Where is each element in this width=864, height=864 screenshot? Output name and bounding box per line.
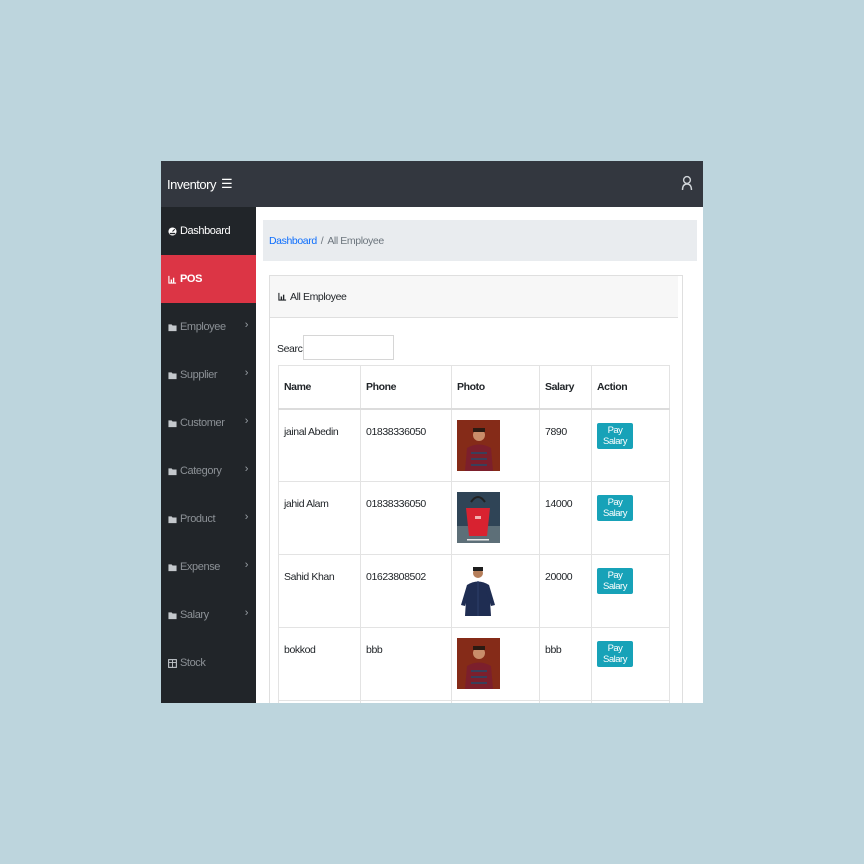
folder-icon — [168, 611, 177, 619]
folder-icon — [168, 563, 177, 571]
chevron-right-icon: › — [244, 463, 249, 475]
employee-phone: bbb — [360, 627, 452, 701]
table-row: jahid Alam 01838336050 14000 Pay Salary — [278, 481, 670, 555]
employee-table: Name Phone Photo Salary Action jainal Ab… — [278, 365, 670, 703]
employee-action-cell: Pay Salary — [591, 554, 670, 628]
employee-photo-cell — [451, 554, 540, 628]
column-header-phone[interactable]: Phone — [360, 365, 452, 410]
top-navbar: Inventory ☰ — [161, 161, 703, 207]
column-header-action[interactable]: Action — [591, 365, 670, 410]
search-input[interactable] — [303, 335, 394, 360]
pay-salary-button[interactable]: Pay Salary — [597, 641, 633, 667]
breadcrumb-link-dashboard[interactable]: Dashboard — [269, 235, 317, 247]
table-row: jainal Abedin 01838336050 7890 Pay Salar… — [278, 408, 670, 482]
employee-photo — [457, 419, 500, 471]
sidebar-item-label: Product — [180, 513, 216, 525]
employee-phone: 01838336050 — [360, 408, 452, 482]
sidebar-item-category[interactable]: Category › — [161, 447, 256, 495]
sidebar-item-pos[interactable]: POS — [161, 255, 256, 303]
brand-name[interactable]: Inventory — [167, 177, 216, 192]
employee-action-cell: Pay Salary — [591, 481, 670, 555]
table-cell — [360, 700, 452, 703]
column-header-name[interactable]: Name — [278, 365, 361, 410]
employee-phone: 01838336050 — [360, 481, 452, 555]
app-window: Inventory ☰ Dashboard POS Employee › Sup… — [161, 161, 703, 703]
employee-photo-cell — [451, 481, 540, 555]
chevron-right-icon: › — [244, 559, 249, 571]
pay-salary-button[interactable]: Pay Salary — [597, 422, 633, 449]
sidebar-item-label: Salary — [180, 609, 209, 621]
employee-action-cell: Pay Salary — [591, 627, 670, 701]
table-row: bokkod bbb bbb Pay Salary — [278, 627, 670, 701]
sidebar-item-label: POS — [180, 273, 203, 285]
sidebar-item-employee[interactable]: Employee › — [161, 303, 256, 351]
sidebar-item-label: Dashboard — [180, 225, 231, 237]
hamburger-icon[interactable]: ☰ — [221, 176, 233, 192]
chevron-right-icon: › — [244, 415, 249, 427]
folder-icon — [168, 419, 177, 427]
column-header-salary[interactable]: Salary — [539, 365, 592, 410]
sidebar-item-expense[interactable]: Expense › — [161, 543, 256, 591]
sidebar-item-label: Expense — [180, 561, 221, 573]
employee-salary: 14000 — [539, 481, 592, 555]
employee-name: jahid Alam — [278, 481, 361, 555]
sidebar-item-customer[interactable]: Customer › — [161, 399, 256, 447]
sidebar-item-supplier[interactable]: Supplier › — [161, 351, 256, 399]
folder-icon — [168, 323, 177, 331]
table-header-row: Name Phone Photo Salary Action — [278, 365, 670, 410]
brand[interactable]: Inventory ☰ — [167, 176, 233, 192]
employee-name: bokkod — [278, 627, 361, 701]
chevron-right-icon: › — [244, 367, 249, 379]
sidebar: Dashboard POS Employee › Supplier › Cust… — [161, 207, 256, 703]
sidebar-item-label: Customer — [180, 417, 225, 429]
chevron-right-icon: › — [244, 607, 249, 619]
user-icon[interactable] — [681, 175, 693, 191]
card-title: All Employee — [290, 290, 347, 303]
table-row: Sahid Khan 01623808502 20000 Pay Salary — [278, 554, 670, 628]
folder-icon — [168, 371, 177, 379]
table-cell — [278, 700, 361, 703]
sidebar-item-product[interactable]: Product › — [161, 495, 256, 543]
card-header: All Employee — [270, 276, 678, 318]
employee-photo-cell — [451, 627, 540, 701]
employee-photo-cell — [451, 408, 540, 482]
breadcrumb-separator: / — [320, 234, 324, 247]
table-cell — [539, 700, 592, 703]
sidebar-item-salary[interactable]: Salary › — [161, 591, 256, 639]
employee-salary: 7890 — [539, 408, 592, 482]
sidebar-item-stock[interactable]: Stock — [161, 639, 256, 687]
folder-icon — [168, 467, 177, 475]
chevron-right-icon: › — [244, 511, 249, 523]
table-icon — [168, 658, 177, 668]
column-header-photo[interactable]: Photo — [451, 365, 540, 410]
employee-salary: 20000 — [539, 554, 592, 628]
sidebar-item-dashboard[interactable]: Dashboard — [161, 207, 256, 255]
pay-salary-button[interactable]: Pay Salary — [597, 568, 633, 594]
chart-icon — [168, 275, 177, 284]
dashboard-icon — [168, 226, 177, 236]
employee-action-cell: Pay Salary — [591, 408, 670, 482]
employee-photo — [457, 638, 500, 689]
employee-name: Sahid Khan — [278, 554, 361, 628]
sidebar-item-label: Employee — [180, 321, 226, 333]
pay-salary-button[interactable]: Pay Salary — [597, 495, 633, 521]
sidebar-item-label: Stock — [180, 657, 206, 669]
table-row — [278, 700, 670, 703]
sidebar-item-label: Supplier — [180, 369, 218, 381]
sidebar-item-label: Category — [180, 465, 222, 477]
employee-name: jainal Abedin — [278, 408, 361, 482]
employee-salary: bbb — [539, 627, 592, 701]
table-cell — [591, 700, 670, 703]
employee-photo — [457, 565, 500, 616]
folder-icon — [168, 515, 177, 523]
chart-icon — [278, 292, 287, 301]
breadcrumb-current: All Employee — [327, 234, 384, 247]
table-cell — [451, 700, 540, 703]
breadcrumb: Dashboard / All Employee — [263, 220, 697, 261]
chevron-right-icon: › — [244, 319, 249, 331]
employee-phone: 01623808502 — [360, 554, 452, 628]
employee-photo — [457, 492, 500, 543]
